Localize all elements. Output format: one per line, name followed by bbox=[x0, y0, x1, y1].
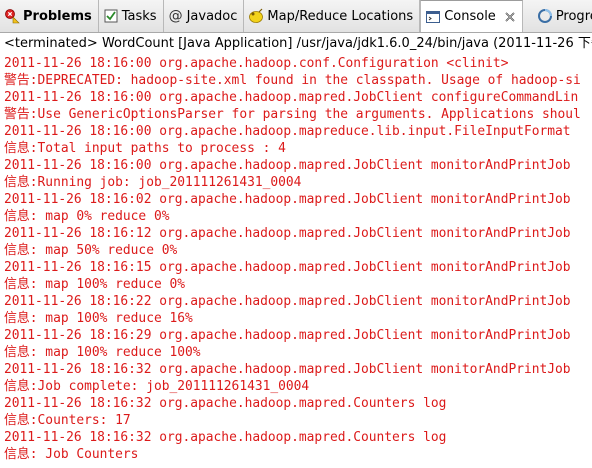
tab-label: Console bbox=[444, 9, 496, 24]
console-process-header: <terminated> WordCount [Java Application… bbox=[0, 33, 592, 55]
view-tab-bar: Problems Tasks @ Javadoc Map/Reduce Loca… bbox=[0, 0, 592, 33]
map-reduce-locations-icon bbox=[249, 8, 264, 23]
console-line: 信息: map 50% reduce 0% bbox=[4, 243, 178, 258]
tab-label: Progre bbox=[555, 8, 592, 24]
tab-label: Map/Reduce Locations bbox=[267, 8, 414, 24]
console-line: 信息: map 0% reduce 0% bbox=[4, 209, 170, 224]
console-line: 2011-11-26 18:16:15 org.apache.hadoop.ma… bbox=[4, 260, 571, 275]
console-line: 2011-11-26 18:16:00 org.apache.hadoop.ma… bbox=[4, 158, 571, 173]
tab-map-reduce-locations[interactable]: Map/Reduce Locations bbox=[244, 0, 421, 32]
console-line: 信息: map 100% reduce 0% bbox=[4, 277, 185, 292]
console-output[interactable]: 2011-11-26 18:16:00 org.apache.hadoop.co… bbox=[0, 55, 592, 468]
console-line: 2011-11-26 18:16:00 org.apache.hadoop.ma… bbox=[4, 90, 579, 105]
console-line: 2011-11-26 18:16:12 org.apache.hadoop.ma… bbox=[4, 226, 571, 241]
progress-icon bbox=[537, 9, 552, 23]
console-line: 2011-11-26 18:16:32 org.apache.hadoop.ma… bbox=[4, 430, 447, 445]
eclipse-console-view: Problems Tasks @ Javadoc Map/Reduce Loca… bbox=[0, 0, 592, 468]
console-line: 2011-11-26 18:16:32 org.apache.hadoop.ma… bbox=[4, 362, 571, 377]
console-line: 2011-11-26 18:16:29 org.apache.hadoop.ma… bbox=[4, 328, 571, 343]
console-line: 信息: map 100% reduce 100% bbox=[4, 345, 201, 360]
tab-label: Problems bbox=[23, 8, 92, 24]
problems-icon bbox=[5, 9, 20, 24]
javadoc-icon: @ bbox=[168, 8, 183, 24]
console-line: 信息:Counters: 17 bbox=[4, 413, 131, 428]
tab-javadoc[interactable]: @ Javadoc bbox=[164, 0, 245, 32]
console-line: 信息: Job Counters bbox=[4, 447, 139, 462]
console-line: 信息:Total input paths to process : 4 bbox=[4, 141, 286, 156]
console-line: 2011-11-26 18:16:32 org.apache.hadoop.ma… bbox=[4, 396, 447, 411]
tab-progress[interactable]: Progre bbox=[523, 0, 592, 32]
console-line: 2011-11-26 18:16:00 org.apache.hadoop.ma… bbox=[4, 124, 571, 139]
tab-console[interactable]: Console bbox=[420, 0, 523, 32]
console-line: 2011-11-26 18:16:00 org.apache.hadoop.co… bbox=[4, 56, 509, 71]
console-line: 2011-11-26 18:16:02 org.apache.hadoop.ma… bbox=[4, 192, 571, 207]
console-icon bbox=[426, 10, 441, 23]
tab-tasks[interactable]: Tasks bbox=[99, 0, 164, 32]
tasks-icon bbox=[104, 9, 118, 23]
tab-problems[interactable]: Problems bbox=[0, 0, 99, 32]
close-icon[interactable] bbox=[504, 11, 516, 23]
console-line: 2011-11-26 18:16:22 org.apache.hadoop.ma… bbox=[4, 294, 571, 309]
tab-label: Javadoc bbox=[186, 8, 238, 24]
console-line: 信息: map 100% reduce 16% bbox=[4, 311, 193, 326]
console-line: 信息:Running job: job_201111261431_0004 bbox=[4, 175, 302, 190]
console-line: 信息:Job complete: job_201111261431_0004 bbox=[4, 379, 310, 394]
console-line: 警告:Use GenericOptionsParser for parsing … bbox=[4, 107, 581, 122]
console-line: 警告:DEPRECATED: hadoop-site.xml found in … bbox=[4, 73, 581, 88]
tab-label: Tasks bbox=[121, 8, 157, 24]
